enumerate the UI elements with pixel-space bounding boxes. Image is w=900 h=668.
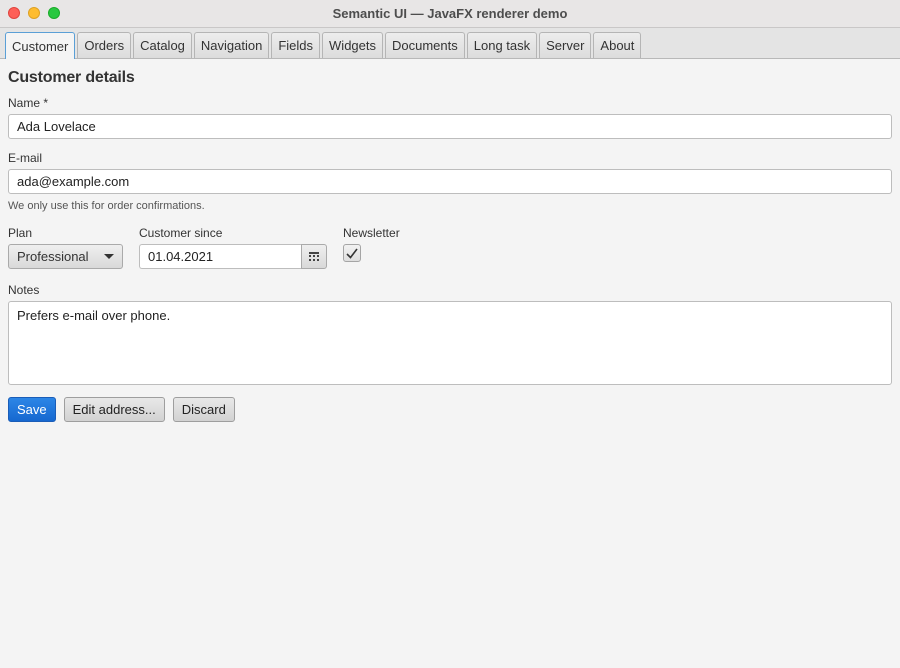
notes-textarea[interactable]: Prefers e-mail over phone. [8,301,892,385]
newsletter-label: Newsletter [343,226,400,240]
newsletter-checkbox[interactable] [343,244,361,262]
tab-server[interactable]: Server [539,32,592,58]
close-window-button[interactable] [8,7,20,19]
plan-label: Plan [8,226,33,240]
tab-about[interactable]: About [593,32,642,58]
discard-button[interactable]: Discard [172,397,235,422]
window-controls [8,7,60,19]
calendar-icon [309,252,319,261]
tab-widgets[interactable]: Widgets [322,32,383,58]
name-label: Name * [8,96,49,110]
tab-long-task[interactable]: Long task [466,32,538,58]
name-group: Name * Ada Lovelace [8,96,892,139]
form-actions: Save Edit address... Discard [8,397,892,422]
plan-row: Plan Professional Customer since 01.04.2… [8,226,892,269]
notes-group: Notes Prefers e-mail over phone. [8,283,892,385]
email-label: E-mail [8,151,43,165]
plan-select[interactable]: Professional [8,244,123,269]
tab-bar: Customer Orders Catalog Navigation Field… [0,28,900,59]
app-window: Semantic UI — JavaFX renderer demo Custo… [0,0,900,668]
page-title: Customer details [8,69,135,86]
newsletter-group: Newsletter [343,226,400,262]
plan-group: Plan Professional [8,226,139,269]
name-field[interactable]: Ada Lovelace [8,114,892,139]
title-bar: Semantic UI — JavaFX renderer demo [0,0,900,28]
tab-catalog[interactable]: Catalog [133,32,192,58]
customer-since-datepicker: 01.04.2021 [139,244,343,269]
customer-form: Customer details Name * Ada Lovelace E-m… [0,59,900,422]
email-group: E-mail ada@example.com We only use this … [8,151,892,212]
tab-documents[interactable]: Documents [385,32,465,58]
since-label: Customer since [139,226,223,240]
calendar-button[interactable] [301,244,327,269]
plan-value: Professional [17,249,89,264]
email-field[interactable]: ada@example.com [8,169,892,194]
chevron-down-icon [104,254,114,259]
edit-address-button[interactable]: Edit address... [63,397,165,422]
since-group: Customer since 01.04.2021 [139,226,343,269]
zoom-window-button[interactable] [48,7,60,19]
customer-since-field[interactable]: 01.04.2021 [139,244,301,269]
tab-orders[interactable]: Orders [77,32,132,58]
checkmark-icon [346,248,358,259]
window-title: Semantic UI — JavaFX renderer demo [332,6,568,21]
tab-fields[interactable]: Fields [271,32,321,58]
tab-customer[interactable]: Customer [5,32,76,59]
minimize-window-button[interactable] [28,7,40,19]
save-button[interactable]: Save [8,397,56,422]
tab-navigation[interactable]: Navigation [193,32,270,58]
email-hint: We only use this for order confirmations… [8,200,205,212]
notes-label: Notes [8,283,40,297]
